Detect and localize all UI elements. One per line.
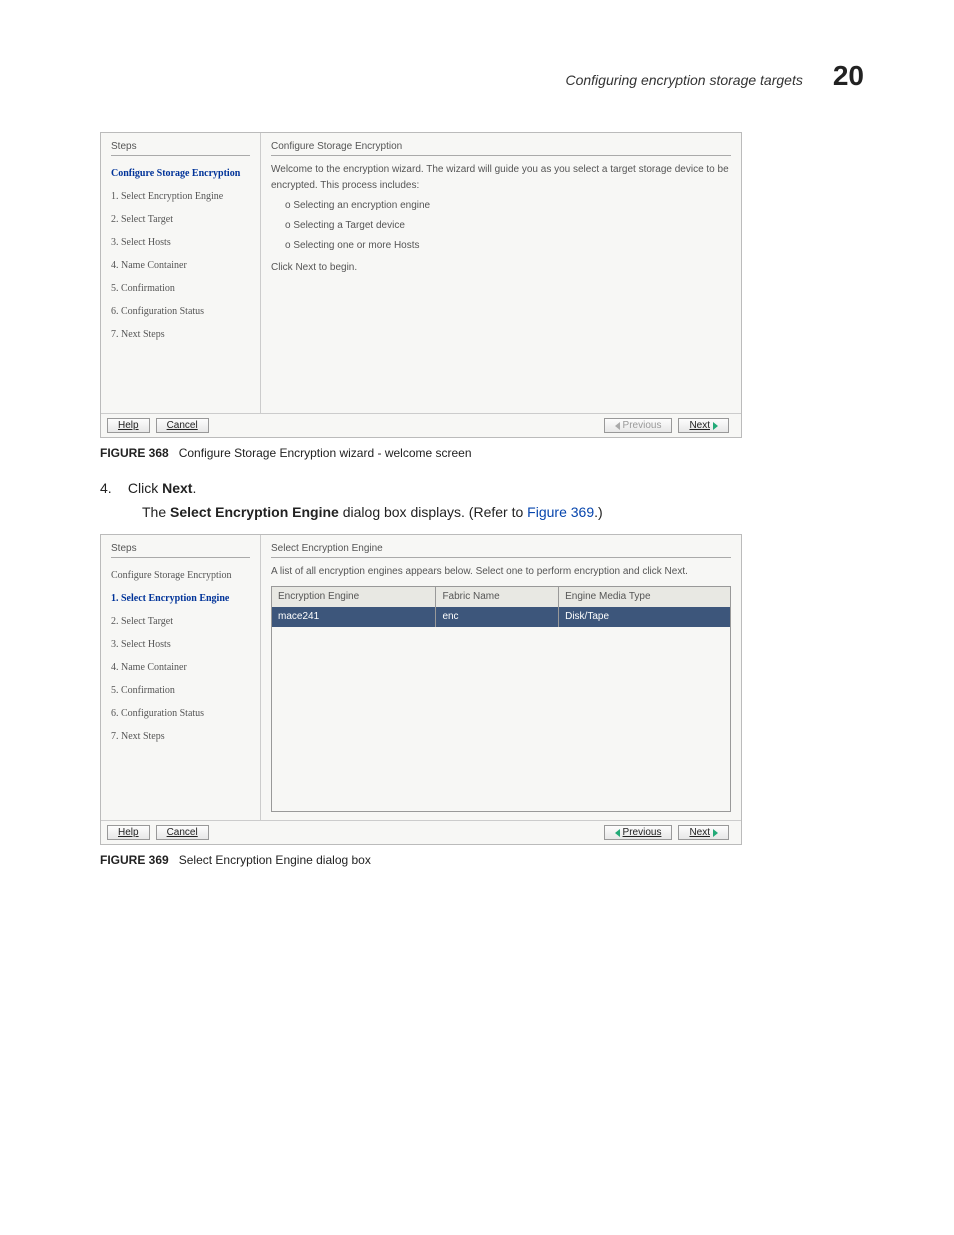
instruction-bold: Next: [162, 480, 192, 496]
table-empty-area: [272, 627, 731, 812]
arrow-left-icon: [615, 829, 620, 837]
sub-post: .): [594, 504, 603, 520]
col-engine-media-type[interactable]: Engine Media Type: [559, 587, 731, 608]
arrow-right-icon: [713, 422, 718, 430]
cell-engine: mace241: [272, 607, 436, 627]
step-confirmation: 5. Confirmation: [111, 277, 250, 300]
steps-heading: Steps: [111, 543, 250, 558]
step-configuration-status: 6. Configuration Status: [111, 702, 250, 725]
content-heading: Select Encryption Engine: [271, 543, 731, 558]
next-button[interactable]: Next: [678, 418, 729, 433]
steps-sidebar: Steps Configure Storage Encryption 1. Se…: [101, 133, 261, 413]
wizard-welcome: Steps Configure Storage Encryption 1. Se…: [100, 132, 742, 438]
wizard-content: Configure Storage Encryption Welcome to …: [261, 133, 741, 413]
col-encryption-engine[interactable]: Encryption Engine: [272, 587, 436, 608]
wizard-content: Select Encryption Engine A list of all e…: [261, 535, 741, 820]
table-row[interactable]: mace241 enc Disk/Tape: [272, 607, 731, 627]
previous-button: Previous: [604, 418, 673, 433]
arrow-right-icon: [713, 829, 718, 837]
step-name-container: 4. Name Container: [111, 656, 250, 679]
sub-mid: dialog box displays. (Refer to: [339, 504, 527, 520]
step-configure-storage-encryption: Configure Storage Encryption: [111, 564, 250, 587]
bullet-select-target: o Selecting a Target device: [271, 218, 731, 234]
step-select-hosts: 3. Select Hosts: [111, 633, 250, 656]
engine-instruction: A list of all encryption engines appears…: [271, 564, 731, 580]
bullet-select-engine: o Selecting an encryption engine: [271, 198, 731, 214]
instruction-subtext: The Select Encryption Engine dialog box …: [142, 504, 864, 520]
step-configure-storage-encryption: Configure Storage Encryption: [111, 162, 250, 185]
step-select-encryption-engine: 1. Select Encryption Engine: [111, 587, 250, 610]
step-configuration-status: 6. Configuration Status: [111, 300, 250, 323]
content-heading: Configure Storage Encryption: [271, 141, 731, 156]
figure-369-link[interactable]: Figure 369: [527, 504, 594, 520]
cancel-button[interactable]: Cancel: [156, 418, 209, 433]
step-next-steps: 7. Next Steps: [111, 323, 250, 346]
step-select-encryption-engine: 1. Select Encryption Engine: [111, 185, 250, 208]
steps-sidebar: Steps Configure Storage Encryption 1. Se…: [101, 535, 261, 820]
bullet-select-hosts: o Selecting one or more Hosts: [271, 238, 731, 254]
page-header: Configuring encryption storage targets 2…: [90, 60, 864, 92]
wizard-select-engine: Steps Configure Storage Encryption 1. Se…: [100, 534, 742, 845]
cell-media-type: Disk/Tape: [559, 607, 731, 627]
cancel-button[interactable]: Cancel: [156, 825, 209, 840]
figure-369-caption: FIGURE 369 Select Encryption Engine dial…: [100, 853, 864, 867]
wizard-footer: Help Cancel Previous Next: [101, 413, 741, 437]
figure-label: FIGURE 368: [100, 446, 169, 460]
sub-pre: The: [142, 504, 170, 520]
help-button[interactable]: Help: [107, 418, 150, 433]
col-fabric-name[interactable]: Fabric Name: [436, 587, 559, 608]
welcome-text: Welcome to the encryption wizard. The wi…: [271, 162, 731, 194]
previous-button[interactable]: Previous: [604, 825, 673, 840]
next-button[interactable]: Next: [678, 825, 729, 840]
content-body: Welcome to the encryption wizard. The wi…: [271, 162, 731, 276]
chapter-number: 20: [833, 60, 864, 92]
step-next-steps: 7. Next Steps: [111, 725, 250, 748]
step-name-container: 4. Name Container: [111, 254, 250, 277]
content-body: A list of all encryption engines appears…: [271, 564, 731, 812]
instruction-pre: Click: [128, 480, 162, 496]
steps-heading: Steps: [111, 141, 250, 156]
step-select-target: 2. Select Target: [111, 208, 250, 231]
step-select-hosts: 3. Select Hosts: [111, 231, 250, 254]
arrow-left-icon: [615, 422, 620, 430]
click-next-text: Click Next to begin.: [271, 260, 731, 276]
figure-text: Select Encryption Engine dialog box: [179, 853, 371, 867]
instruction-step-4: 4. Click Next.: [100, 480, 864, 496]
figure-text: Configure Storage Encryption wizard - we…: [179, 446, 472, 460]
wizard-footer: Help Cancel Previous Next: [101, 820, 741, 844]
figure-368-caption: FIGURE 368 Configure Storage Encryption …: [100, 446, 864, 460]
cell-fabric: enc: [436, 607, 559, 627]
page: Configuring encryption storage targets 2…: [0, 0, 954, 1235]
figure-label: FIGURE 369: [100, 853, 169, 867]
step-select-target: 2. Select Target: [111, 610, 250, 633]
table-header-row: Encryption Engine Fabric Name Engine Med…: [272, 587, 731, 608]
engine-table[interactable]: Encryption Engine Fabric Name Engine Med…: [271, 586, 731, 812]
sub-bold: Select Encryption Engine: [170, 504, 339, 520]
instruction-post: .: [192, 480, 196, 496]
help-button[interactable]: Help: [107, 825, 150, 840]
step-number: 4.: [100, 480, 124, 496]
step-confirmation: 5. Confirmation: [111, 679, 250, 702]
section-title: Configuring encryption storage targets: [565, 72, 802, 88]
